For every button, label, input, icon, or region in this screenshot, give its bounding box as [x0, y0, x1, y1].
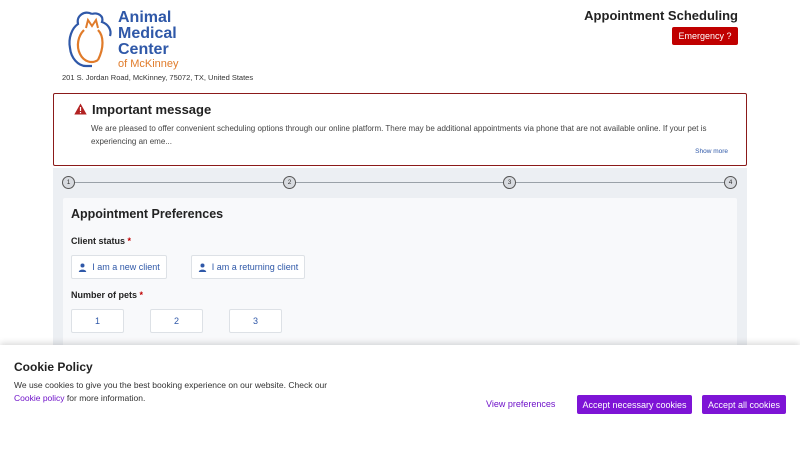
logo-line: Animal	[118, 9, 172, 26]
pets-option-3[interactable]: 3	[229, 309, 282, 333]
page-title: Appointment Scheduling	[584, 8, 738, 23]
cookie-text-line1: We use cookies to give you the best book…	[14, 380, 328, 390]
logo-line: Center	[118, 41, 169, 58]
client-status-text: Client status	[71, 236, 126, 246]
dog-cat-logo-icon	[68, 11, 112, 68]
new-client-button[interactable]: I am a new client	[71, 255, 167, 279]
emergency-button[interactable]: Emergency ?	[672, 27, 738, 45]
step-4[interactable]: 4	[724, 176, 737, 189]
cookie-title: Cookie Policy	[14, 360, 93, 374]
accept-all-cookies-button[interactable]: Accept all cookies	[702, 395, 786, 414]
user-icon	[79, 263, 87, 272]
cookie-banner: Cookie Policy We use cookies to give you…	[0, 345, 800, 450]
card-title: Appointment Preferences	[71, 207, 224, 221]
stepper-line	[68, 182, 731, 183]
required-mark: *	[127, 236, 132, 246]
client-status-label: Client status *	[71, 236, 131, 246]
pets-option-2[interactable]: 2	[150, 309, 203, 333]
step-2[interactable]: 2	[283, 176, 296, 189]
required-mark: *	[139, 290, 144, 300]
step-1[interactable]: 1	[62, 176, 75, 189]
new-client-label: I am a new client	[92, 262, 160, 272]
logo-subline: of McKinney	[118, 58, 179, 70]
cookie-text-line2: for more information.	[64, 393, 146, 403]
pets-text: Number of pets	[71, 290, 138, 300]
returning-client-label: I am a returning client	[211, 262, 299, 272]
clinic-logo[interactable]: Animal Medical Center of McKinney	[62, 8, 252, 72]
notice-title: Important message	[92, 102, 212, 117]
clinic-address: 201 S. Jordan Road, McKinney, 75072, TX,…	[62, 73, 254, 82]
step-3[interactable]: 3	[503, 176, 516, 189]
show-more-link[interactable]: Show more	[695, 148, 728, 155]
logo-line: Medical	[118, 25, 177, 42]
notice-body: We are pleased to offer convenient sched…	[91, 124, 707, 146]
warning-triangle-icon	[74, 103, 87, 115]
pets-option-1[interactable]: 1	[71, 309, 124, 333]
pets-label: Number of pets *	[71, 290, 143, 300]
important-message-panel: Important message We are pleased to offe…	[53, 93, 747, 166]
cookie-text: We use cookies to give you the best book…	[14, 379, 354, 405]
appointment-preferences-card: Appointment Preferences Client status * …	[63, 198, 737, 358]
user-icon	[198, 263, 206, 272]
page: Animal Medical Center of McKinney 201 S.…	[0, 0, 800, 450]
cookie-policy-link[interactable]: Cookie policy	[14, 393, 65, 403]
returning-client-button[interactable]: I am a returning client	[191, 255, 305, 279]
logo-wordmark: Animal Medical Center of McKinney	[118, 9, 179, 71]
view-preferences-link[interactable]: View preferences	[486, 399, 555, 409]
accept-necessary-cookies-button[interactable]: Accept necessary cookies	[577, 395, 692, 414]
